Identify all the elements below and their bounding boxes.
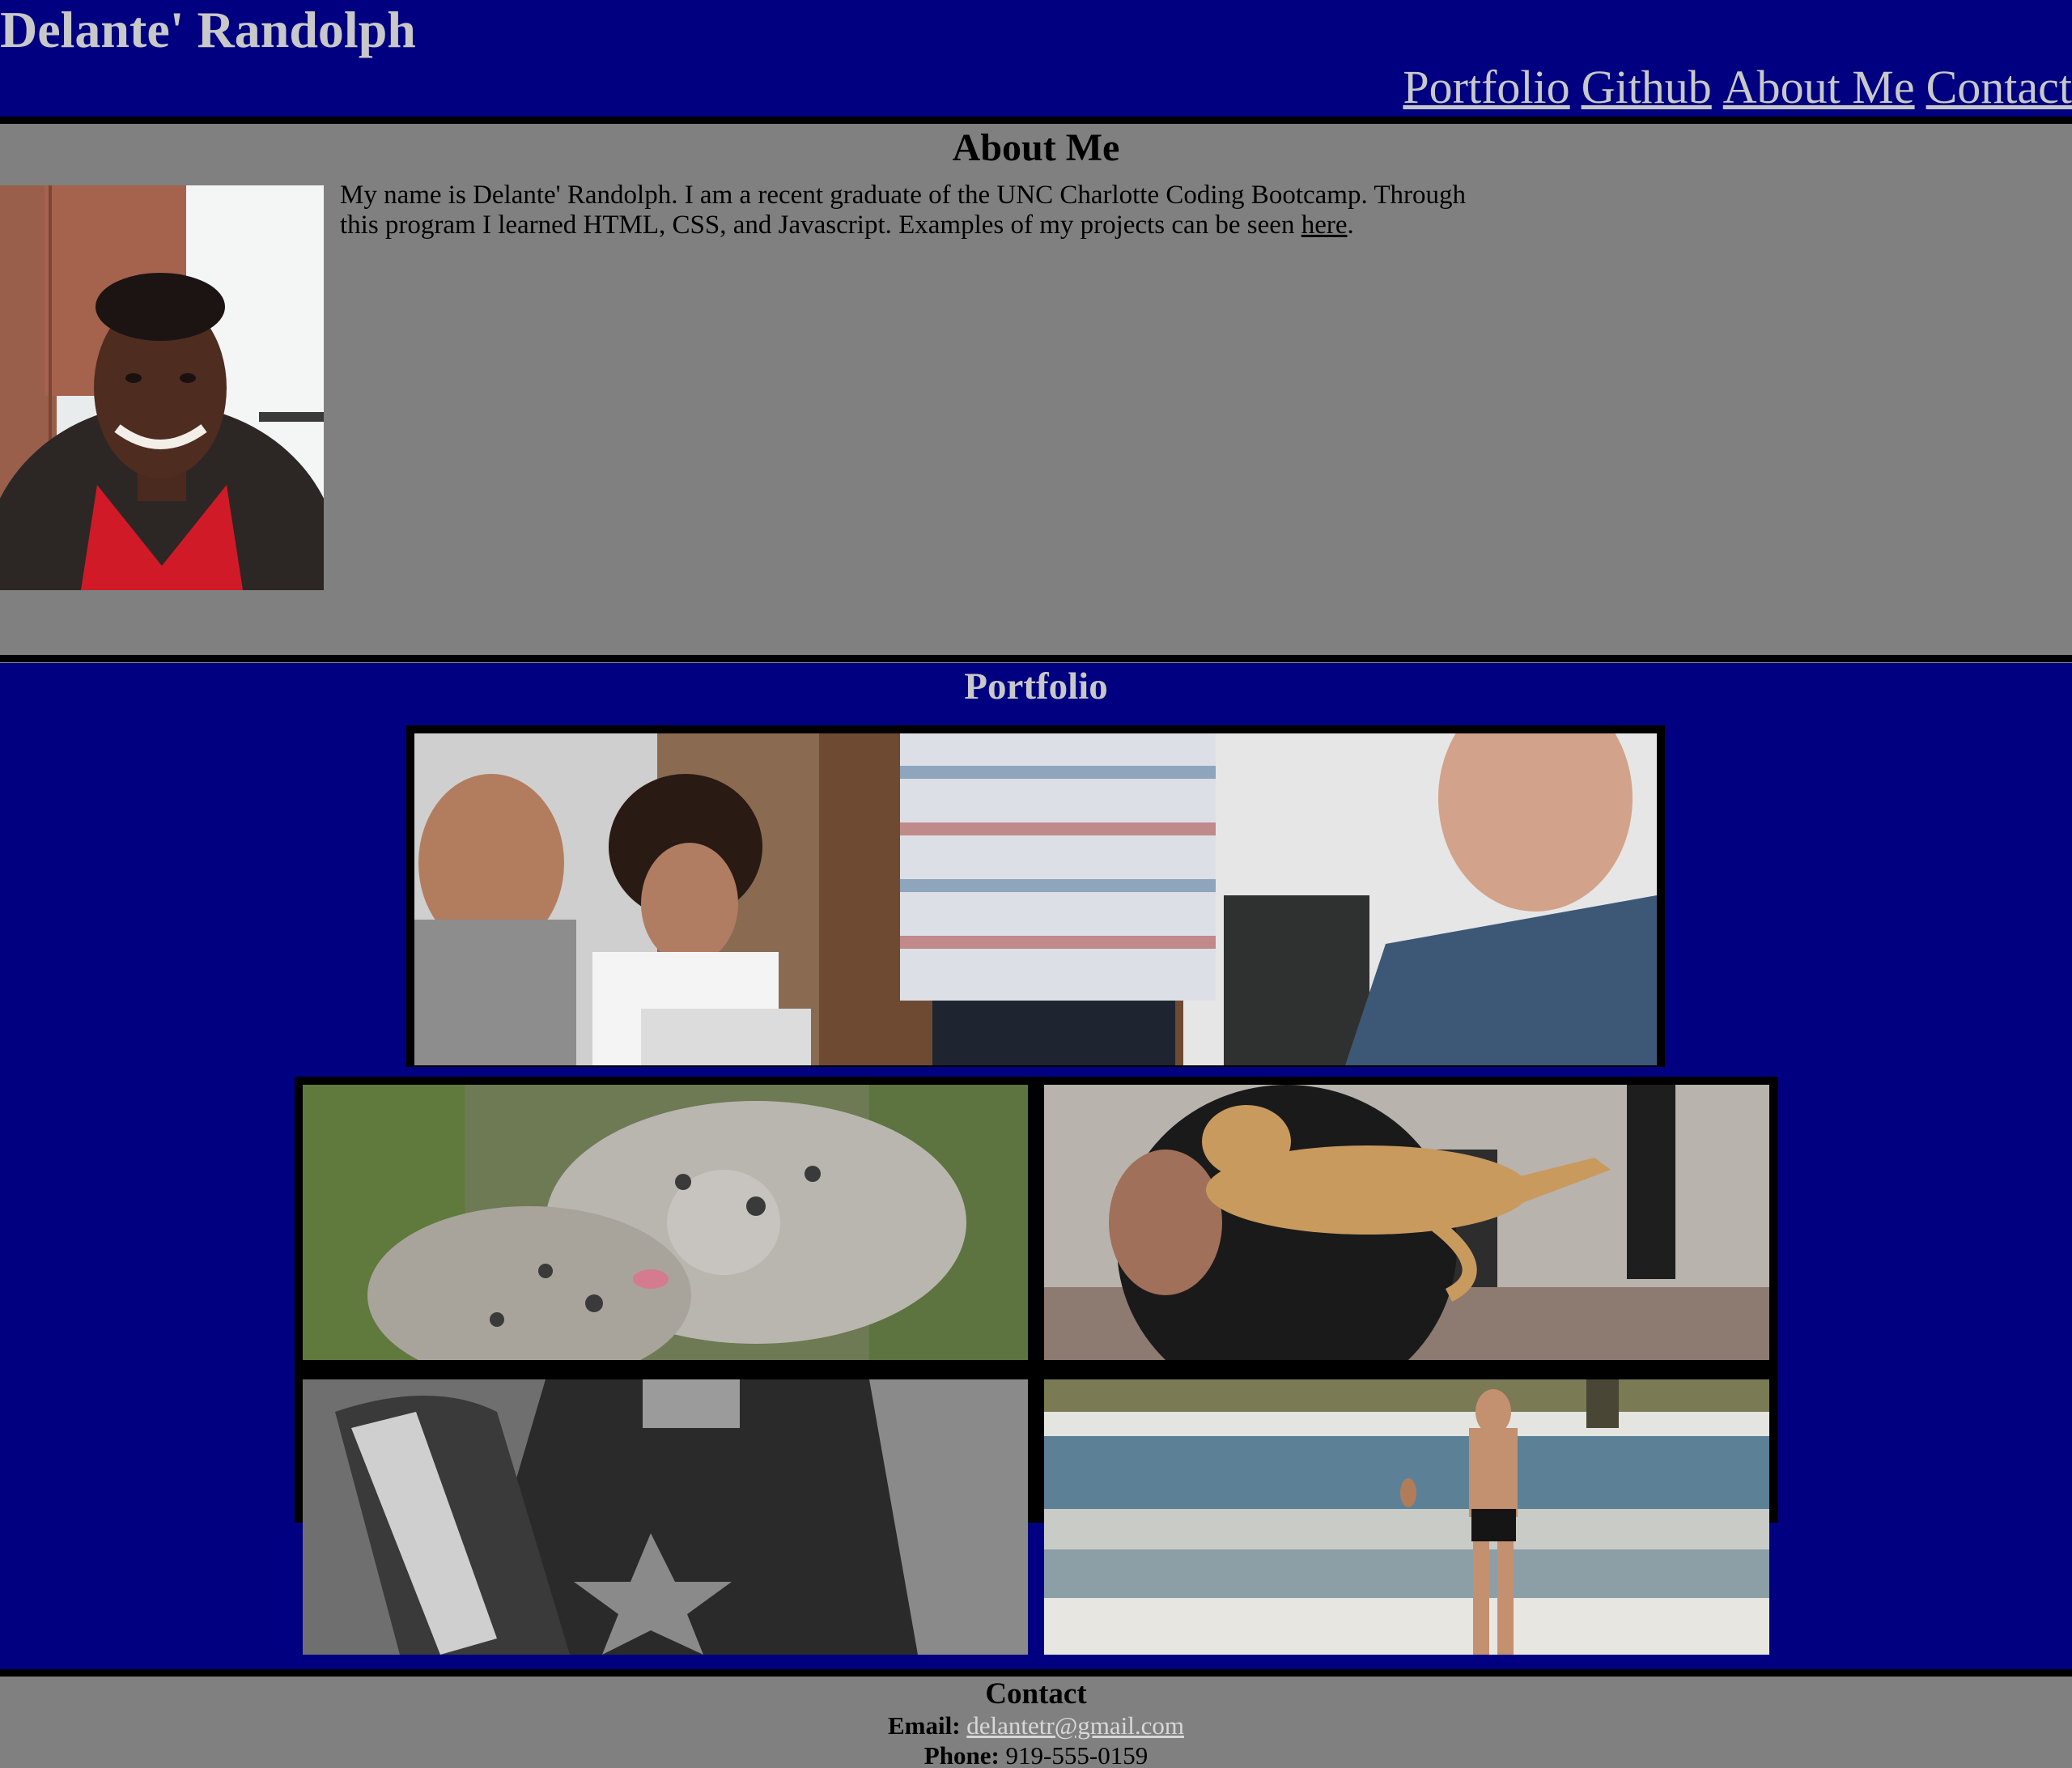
portfolio-section: Portfolio — [0, 663, 2072, 1669]
portfolio-image-team-meeting[interactable] — [414, 733, 1657, 1065]
portfolio-divider — [0, 1669, 2072, 1677]
email-link[interactable]: delantetr@gmail.com — [966, 1711, 1184, 1740]
nav-link-contact[interactable]: Contact — [1926, 58, 2072, 117]
nav-link-portfolio[interactable]: Portfolio — [1403, 58, 1569, 117]
contact-heading: Contact — [985, 1677, 1087, 1711]
portfolio-image-beach[interactable] — [1044, 1379, 1769, 1655]
nav-link-github[interactable]: Github — [1582, 58, 1712, 117]
about-section: About Me My name is Delante' Randolph. I… — [0, 124, 2072, 655]
contact-phone-line: Phone: 919-555-0159 — [0, 1740, 2072, 1768]
contact-email-line: Email: delantetr@gmail.com — [0, 1711, 2072, 1740]
phone-label: Phone: — [923, 1741, 1000, 1768]
main-nav: Portfolio Github About Me Contact — [1403, 58, 2072, 117]
about-text-end: . — [1347, 210, 1354, 240]
phone-number: 919-555-0159 — [1005, 1741, 1149, 1768]
about-text: My name is Delante' Randolph. I am a rec… — [340, 181, 1466, 240]
projects-link[interactable]: here — [1301, 210, 1348, 240]
about-divider — [0, 655, 2072, 662]
portfolio-image-jacket-bw[interactable] — [303, 1379, 1028, 1655]
header-divider — [0, 117, 2072, 124]
profile-photo — [0, 185, 324, 590]
contact-section: Contact Email: delantetr@gmail.com Phone… — [0, 1677, 2072, 1768]
about-heading: About Me — [952, 126, 1120, 169]
email-label: Email: — [887, 1711, 961, 1740]
site-header: Delante' Randolph Portfolio Github About… — [0, 0, 2072, 117]
about-paragraph: My name is Delante' Randolph. I am a rec… — [340, 181, 1489, 240]
site-title: Delante' Randolph — [0, 1, 416, 58]
nav-link-about-me[interactable]: About Me — [1723, 58, 1915, 117]
portfolio-image-snow-leopards[interactable] — [303, 1085, 1028, 1360]
portfolio-image-man-with-dog[interactable] — [1044, 1085, 1769, 1360]
portfolio-heading: Portfolio — [964, 665, 1108, 708]
